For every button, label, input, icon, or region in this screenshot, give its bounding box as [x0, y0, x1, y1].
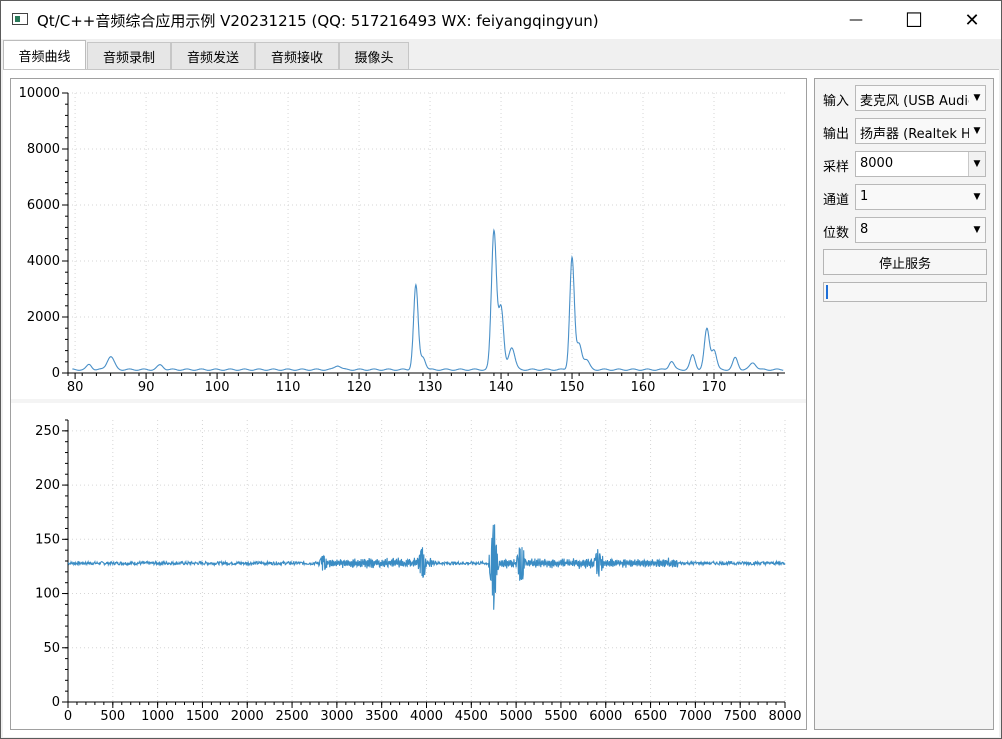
sample-rate-select[interactable]: 8000 ▼ [855, 151, 986, 177]
tab-content: 80 90 100 110 120 130 140 150 160 170 0 2000 4000 600… [3, 69, 999, 737]
channel-value: 1 [860, 189, 869, 204]
spectrum-y-tick-label: 6000 [27, 198, 60, 213]
progress-cursor [826, 285, 828, 299]
waveform-y-tick-label: 250 [35, 424, 60, 439]
spectrum-x-tick-label: 100 [205, 380, 230, 395]
waveform-x-tick-label: 6000 [589, 709, 622, 724]
waveform-x-tick-label: 4500 [455, 709, 488, 724]
output-device-value: 扬声器 (Realtek H [860, 127, 971, 142]
input-device-select[interactable]: 麦克风 (USB Audio ▼ [855, 85, 986, 111]
minimize-icon: — [849, 12, 863, 28]
waveform-y-tick-label: 100 [35, 587, 60, 602]
maximize-button[interactable]: ☐ [885, 1, 943, 39]
input-device-value: 麦克风 (USB Audio [860, 94, 976, 109]
window-title: Qt/C++音频综合应用示例 V20231215 (QQ: 517216493 … [37, 12, 599, 30]
waveform-y-tick-label: 0 [52, 695, 60, 710]
tab-camera[interactable]: 摄像头 [339, 42, 409, 69]
waveform-x-tick-label: 1000 [141, 709, 174, 724]
tab-audio-record[interactable]: 音频录制 [87, 42, 171, 69]
charts-svg: 80 90 100 110 120 130 140 150 160 170020004000600… [11, 86, 806, 724]
waveform-x-tick-label: 8000 [768, 709, 801, 724]
tab-label: 音频接收 [270, 50, 323, 66]
waveform-x-tick-label: 5500 [544, 709, 577, 724]
spectrum-x-tick-label: 170 [702, 380, 727, 395]
waveform-x-tick-label: 3000 [320, 709, 353, 724]
chart-container: 80 90 100 110 120 130 140 150 160 170 0 2000 4000 600… [10, 78, 807, 730]
sample-label: 采样 [823, 160, 850, 175]
waveform-x-tick-label: 2000 [231, 709, 264, 724]
output-device-select[interactable]: 扬声器 (Realtek H ▼ [855, 118, 986, 144]
spectrum-x-tick-label: 140 [489, 380, 514, 395]
spectrum-y-tick-label: 2000 [27, 310, 60, 325]
waveform-x-tick-label: 500 [100, 709, 125, 724]
bits-row: 位数 8 ▼ [823, 217, 987, 243]
sample-rate-value: 8000 [860, 156, 894, 171]
plot-separator [11, 399, 806, 403]
tab-label: 摄像头 [354, 50, 394, 66]
waveform-y-tick-label: 150 [35, 532, 60, 547]
tab-bar: 音频曲线 音频录制 音频发送 音频接收 摄像头 [1, 39, 1001, 70]
channel-label: 通道 [823, 193, 850, 208]
spectrum-x-tick-label: 110 [276, 380, 301, 395]
spectrum-x-tick-label: 130 [418, 380, 443, 395]
waveform-x-tick-label: 7500 [724, 709, 757, 724]
chevron-down-icon: ▼ [969, 218, 985, 242]
close-icon: ✕ [964, 9, 980, 31]
chevron-down-icon: ▼ [969, 185, 985, 209]
input-row: 输入 麦克风 (USB Audio ▼ [823, 85, 987, 111]
waveform-y-tick-label: 50 [43, 641, 60, 656]
tab-label: 音频曲线 [18, 50, 71, 65]
input-label: 输入 [823, 94, 850, 109]
spectrum-x-tick-label: 160 [631, 380, 656, 395]
output-row: 输出 扬声器 (Realtek H ▼ [823, 118, 987, 144]
waveform-x-tick-label: 6500 [634, 709, 667, 724]
maximize-icon: ☐ [905, 8, 923, 32]
output-label: 输出 [823, 127, 850, 142]
tab-label: 音频录制 [102, 50, 155, 66]
progress-bar [823, 282, 987, 302]
minimize-button[interactable]: — [827, 1, 885, 39]
spectrum-x-tick-label: 80 [67, 380, 84, 395]
bits-select[interactable]: 8 ▼ [855, 217, 986, 243]
waveform-x-tick-label: 0 [64, 709, 72, 724]
chevron-down-icon: ▼ [969, 119, 985, 143]
tab-audio-receive[interactable]: 音频接收 [255, 42, 339, 69]
spectrum-x-tick-label: 150 [560, 380, 585, 395]
spectrum-y-tick-label: 8000 [27, 142, 60, 157]
tab-audio-send[interactable]: 音频发送 [171, 42, 255, 69]
tab-audio-curve[interactable]: 音频曲线 [3, 40, 86, 70]
waveform-x-tick-label: 4000 [410, 709, 443, 724]
waveform-x-tick-label: 7000 [679, 709, 712, 724]
channel-row: 通道 1 ▼ [823, 184, 987, 210]
bits-label: 位数 [823, 226, 850, 241]
sample-row: 采样 8000 ▼ [823, 151, 987, 177]
tab-label: 音频发送 [186, 50, 239, 66]
waveform-y-tick-label: 200 [35, 478, 60, 493]
settings-panel: 输入 麦克风 (USB Audio ▼ 输出 扬声器 (Realtek H ▼ … [814, 78, 994, 730]
waveform-x-tick-label: 3500 [365, 709, 398, 724]
channel-select[interactable]: 1 ▼ [855, 184, 986, 210]
bits-value: 8 [860, 222, 869, 237]
spectrum-x-tick-label: 90 [138, 380, 155, 395]
app-icon [12, 13, 28, 25]
waveform-x-tick-label: 1500 [186, 709, 219, 724]
title-bar: Qt/C++音频综合应用示例 V20231215 (QQ: 517216493 … [1, 1, 1001, 39]
spectrum-series-line [72, 228, 784, 371]
waveform-x-tick-label: 5000 [500, 709, 533, 724]
waveform-x-tick-label: 2500 [276, 709, 309, 724]
stop-service-button[interactable]: 停止服务 [823, 249, 987, 275]
chevron-down-icon: ▼ [968, 152, 985, 176]
spectrum-x-tick-label: 120 [347, 380, 372, 395]
chevron-down-icon: ▼ [969, 86, 985, 110]
spectrum-y-tick-label: 0 [52, 366, 60, 381]
spectrum-y-tick-label: 4000 [27, 254, 60, 269]
app-window: Qt/C++音频综合应用示例 V20231215 (QQ: 517216493 … [0, 0, 1002, 739]
close-button[interactable]: ✕ [943, 1, 1001, 39]
spectrum-y-tick-label: 10000 [19, 86, 60, 101]
